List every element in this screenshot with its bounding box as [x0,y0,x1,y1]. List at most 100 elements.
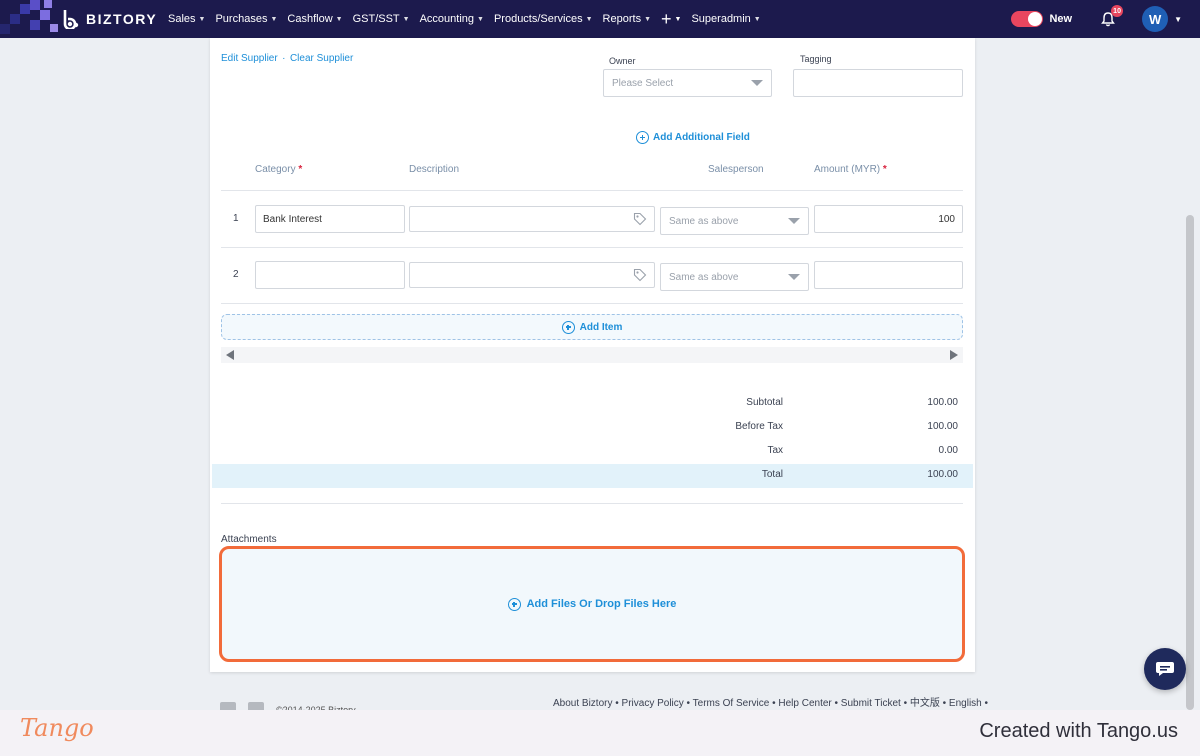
link-separator: · [282,53,286,64]
chevron-down-icon: ▼ [585,15,593,23]
tagging-label: Tagging [800,54,832,64]
chevron-down-icon: ▼ [270,15,278,23]
salesperson-select-value: Same as above [669,271,739,283]
menu-superadmin[interactable]: Superadmin ▼ [691,13,760,25]
menu-sales[interactable]: Sales ▼ [168,13,205,25]
before-tax-label: Before Tax [735,421,783,432]
chevron-down-icon[interactable]: ▼ [1174,15,1182,24]
scroll-left-arrow-icon[interactable] [226,350,234,360]
category-input[interactable]: Bank Interest [255,205,405,233]
subtotal-value: 100.00 [927,397,958,408]
owner-select[interactable]: Please Select [603,69,772,97]
description-input[interactable] [409,262,655,288]
salesperson-select[interactable]: Same as above [660,263,809,291]
main-menu: Sales ▼ Purchases ▼ Cashflow ▼ GST/SST ▼ Acc… [168,0,761,38]
toggle-label: New [1049,13,1073,25]
menu-reports[interactable]: Reports ▼ [603,13,651,25]
chevron-down-icon: ▼ [644,15,652,23]
brand-name: BIZTORY [86,11,158,27]
dropdown-arrow-icon [788,218,800,224]
chat-icon [1156,662,1174,676]
attachments-label: Attachments [221,534,277,545]
amount-input[interactable] [814,261,963,289]
page-scrollbar[interactable] [1186,215,1194,710]
new-ui-toggle[interactable] [1011,11,1044,27]
salesperson-header: Salesperson [708,164,764,175]
menu-label: Superadmin [691,13,751,25]
divider [221,503,963,504]
nav-right-controls: New 10 W ▼ [1011,0,1182,38]
category-header: Category * [255,164,302,175]
top-navbar: BIZTORY Sales ▼ Purchases ▼ Cashflow ▼ GST/… [0,0,1200,38]
footer-links[interactable]: About Biztory • Privacy Policy • Terms O… [553,694,988,709]
divider [221,247,963,248]
total-label: Total [761,469,783,480]
header-text: Amount (MYR) [814,164,881,175]
required-mark: * [298,164,303,175]
menu-products-services[interactable]: Products/Services ▼ [494,13,593,25]
scroll-right-arrow-icon[interactable] [950,350,958,360]
menu-accounting[interactable]: Accounting ▼ [420,13,484,25]
tax-value: 0.00 [938,445,958,456]
menu-label: Purchases [215,13,268,25]
amount-input[interactable]: 100 [814,205,963,233]
dropzone-label: Add Files Or Drop Files Here [526,598,677,610]
chevron-down-icon: ▼ [198,15,206,23]
menu-label: GST/SST [352,13,400,25]
tag-icon[interactable] [633,268,647,282]
add-circle-icon [636,131,649,144]
user-avatar[interactable]: W [1142,6,1169,32]
clear-supplier-link[interactable]: Clear Supplier [290,53,353,64]
menu-label: Cashflow [287,13,333,25]
tax-label: Tax [767,445,783,456]
brand-logo[interactable]: BIZTORY [62,9,157,29]
divider [221,303,963,304]
required-mark: * [882,164,887,175]
brand-pixel-decoration [0,0,70,38]
menu-label: Sales [168,13,196,25]
notification-badge: 10 [1111,5,1124,17]
attachments-dropzone[interactable]: Add Files Or Drop Files Here [219,546,965,662]
menu-purchases[interactable]: Purchases ▼ [215,13,277,25]
biztory-logo-icon [63,10,79,29]
total-value: 100.00 [927,469,958,480]
header-text: Category [255,164,296,175]
category-input[interactable] [255,261,405,289]
subtotal-label: Subtotal [746,397,783,408]
notifications-button[interactable]: 10 [1100,5,1124,27]
menu-label: Products/Services [493,13,583,25]
add-item-button[interactable]: Add Item [221,314,963,340]
total-row [212,464,973,488]
row-number: 1 [233,213,239,224]
menu-label: Accounting [419,13,475,25]
description-header: Description [409,164,460,175]
supplier-actions: Edit Supplier · Clear Supplier [221,48,353,66]
chevron-down-icon: ▼ [335,15,343,23]
add-item-label: Add Item [579,321,623,333]
add-circle-icon [507,597,521,611]
chevron-down-icon: ▼ [674,15,682,23]
quick-add-menu[interactable]: + ▼ [661,10,681,28]
tagging-input[interactable] [793,69,963,97]
tango-logo: Tango [20,714,94,742]
amount-header: Amount (MYR) * [814,164,887,175]
chevron-down-icon: ▼ [402,15,410,23]
owner-select-value: Please Select [612,77,674,89]
add-additional-field-button[interactable]: Add Additional Field [636,131,750,144]
menu-gst-sst[interactable]: GST/SST ▼ [353,13,410,25]
plus-icon: + [661,9,672,29]
edit-supplier-link[interactable]: Edit Supplier [221,53,278,64]
salesperson-select[interactable]: Same as above [660,207,809,235]
menu-cashflow[interactable]: Cashflow ▼ [287,13,342,25]
menu-label: Reports [602,13,642,25]
chevron-down-icon: ▼ [753,15,761,23]
add-circle-icon [561,320,575,334]
tag-icon[interactable] [633,212,647,226]
table-horizontal-scrollbar[interactable] [221,347,963,363]
chat-button[interactable] [1144,648,1186,690]
description-input[interactable] [409,206,655,232]
dropdown-arrow-icon [751,80,763,86]
add-additional-field-label: Add Additional Field [653,132,750,143]
divider [221,190,963,191]
dropdown-arrow-icon [788,274,800,280]
